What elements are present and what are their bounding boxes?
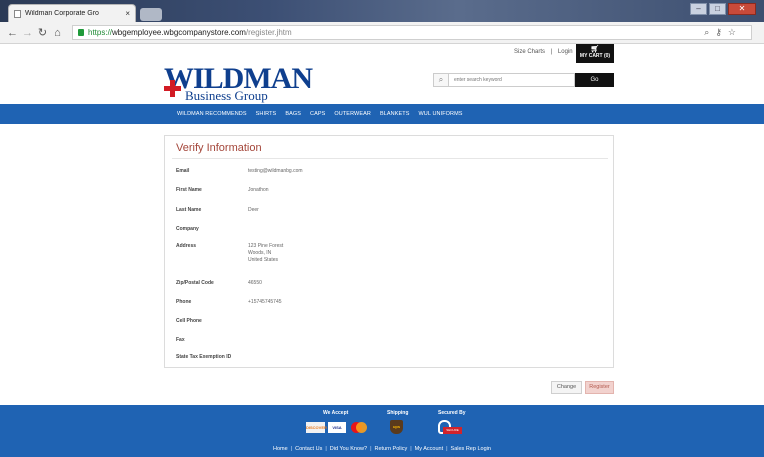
change-button[interactable]: Change [551,381,582,394]
nav-wul-uniforms[interactable]: WUL UNIFORMS [419,111,463,117]
search-form: ⌕ Go [433,73,614,87]
footer-link-home[interactable]: Home [273,446,288,452]
category-nav: WILDMAN RECOMMENDS SHIRTS BAGS CAPS OUTE… [0,104,764,124]
field-value: Jonathon [248,187,269,193]
mastercard-icon [350,422,368,433]
address-line: 123 Pine Forest [248,243,284,249]
field-label: Company [176,226,199,232]
page-title: Verify Information [176,142,262,154]
ups-shield-icon: ups [390,420,403,434]
nav-blankets[interactable]: BLANKETS [380,111,410,117]
cart-button[interactable]: 🛒︎ MY CART (0) [576,44,614,63]
field-label: Phone [176,299,192,305]
verify-information-panel: Verify Information Email testing@wildman… [164,135,614,368]
zoom-icon[interactable]: ⌕ [704,27,709,38]
shipping-heading: Shipping [387,410,409,416]
browser-tab-bar: Wildman Corporate Gro × – □ ✕ [0,0,764,22]
search-go-button[interactable]: Go [575,73,614,87]
field-label: Fax [176,337,185,343]
url-path: /register.jhtm [245,28,292,37]
url-scheme: https:// [88,28,113,37]
address-line: Woods, IN [248,250,272,256]
browser-toolbar: ← → ↻ ⌂ https:// wbgemployee.wbgcompanys… [0,22,764,44]
logo-cross-icon [164,80,181,97]
field-label: Last Name [176,207,202,213]
search-input[interactable] [449,73,575,87]
tab-title: Wildman Corporate Gro [25,10,99,17]
we-accept-heading: We Accept [323,410,349,416]
nav-outerwear[interactable]: OUTERWEAR [334,111,371,117]
page-icon [14,9,21,18]
nav-bags[interactable]: BAGS [285,111,301,117]
nav-wildman-recommends[interactable]: WILDMAN RECOMMENDS [177,111,247,117]
field-value: testing@wildmanbg.com [248,168,303,174]
key-icon[interactable]: ⚷ [715,27,722,38]
separator: | [290,446,293,452]
address-bar[interactable]: https:// wbgemployee.wbgcompanystore.com… [72,25,752,40]
size-charts-link[interactable]: Size Charts [514,49,545,55]
register-button[interactable]: Register [585,381,614,394]
field-value: 46550 [248,280,262,286]
secure-badge: SECURE [443,427,462,434]
field-value: Deer [248,207,259,213]
secured-by-heading: Secured By [438,410,466,416]
visa-card-icon: VISA [328,422,346,433]
field-label: Email [176,168,190,174]
close-window-icon[interactable]: ✕ [728,3,756,15]
maximize-icon[interactable]: □ [709,3,726,15]
cart-icon: 🛒︎ [590,46,600,53]
nav-shirts[interactable]: SHIRTS [256,111,277,117]
separator: | [410,446,412,452]
url-host: wbgemployee.wbgcompanystore.com [112,28,246,37]
separator: | [370,446,372,452]
field-label: State Tax Exemption ID [176,354,232,360]
footer-link-return-policy[interactable]: Return Policy [375,446,408,452]
window-controls: – □ ✕ [690,3,756,15]
browser-tab[interactable]: Wildman Corporate Gro × [8,4,136,22]
footer-link-did-you-know[interactable]: Did You Know? [330,446,367,452]
field-label: Zip/Postal Code [176,280,214,286]
separator: | [550,49,553,55]
home-icon[interactable]: ⌂ [51,25,64,41]
reload-icon[interactable]: ↻ [36,25,49,41]
logo-subtitle: Business Group [185,88,268,103]
mastercard-orange-circle [356,422,367,433]
wildman-logo[interactable]: WILDMAN Business Group [164,64,313,106]
footer-link-contact-us[interactable]: Contact Us [295,446,322,452]
back-icon[interactable]: ← [6,25,19,41]
field-label: First Name [176,187,202,193]
site-top-bar: Size Charts | Login [0,44,764,68]
field-label: Cell Phone [176,318,202,324]
secure-lock-icon: SECURE [438,418,464,436]
address-line: United States [248,257,279,263]
separator: | [325,446,327,452]
address-bar-actions: ⌕ ⚷ ☆ [704,27,746,38]
footer-link-sales-rep-login[interactable]: Sales Rep Login [451,446,491,452]
nav-caps[interactable]: CAPS [310,111,325,117]
field-value: +15745745745 [248,299,282,305]
search-icon: ⌕ [433,73,449,87]
footer-links: Home | Contact Us | Did You Know? | Return Pol… [273,446,491,452]
login-link[interactable]: Login [558,49,573,55]
minimize-icon[interactable]: – [690,3,707,15]
footer-link-my-account[interactable]: My Account [415,446,443,452]
site-footer: We Accept Shipping Secured By DISCOVER V… [0,405,764,457]
discover-card-icon: DISCOVER [306,422,327,433]
lock-icon [78,29,84,36]
new-tab-button[interactable] [140,8,162,21]
forward-icon[interactable]: → [21,25,34,41]
cart-label: MY CART (0) [579,53,611,59]
field-label: Address [176,243,197,249]
top-links: Size Charts | Login [512,49,575,55]
divider [172,158,608,159]
separator: | [446,446,448,452]
star-icon[interactable]: ☆ [728,27,736,38]
tab-close-icon[interactable]: × [125,9,130,18]
address-value: 123 Pine Forest Woods, IN United States [248,243,283,264]
